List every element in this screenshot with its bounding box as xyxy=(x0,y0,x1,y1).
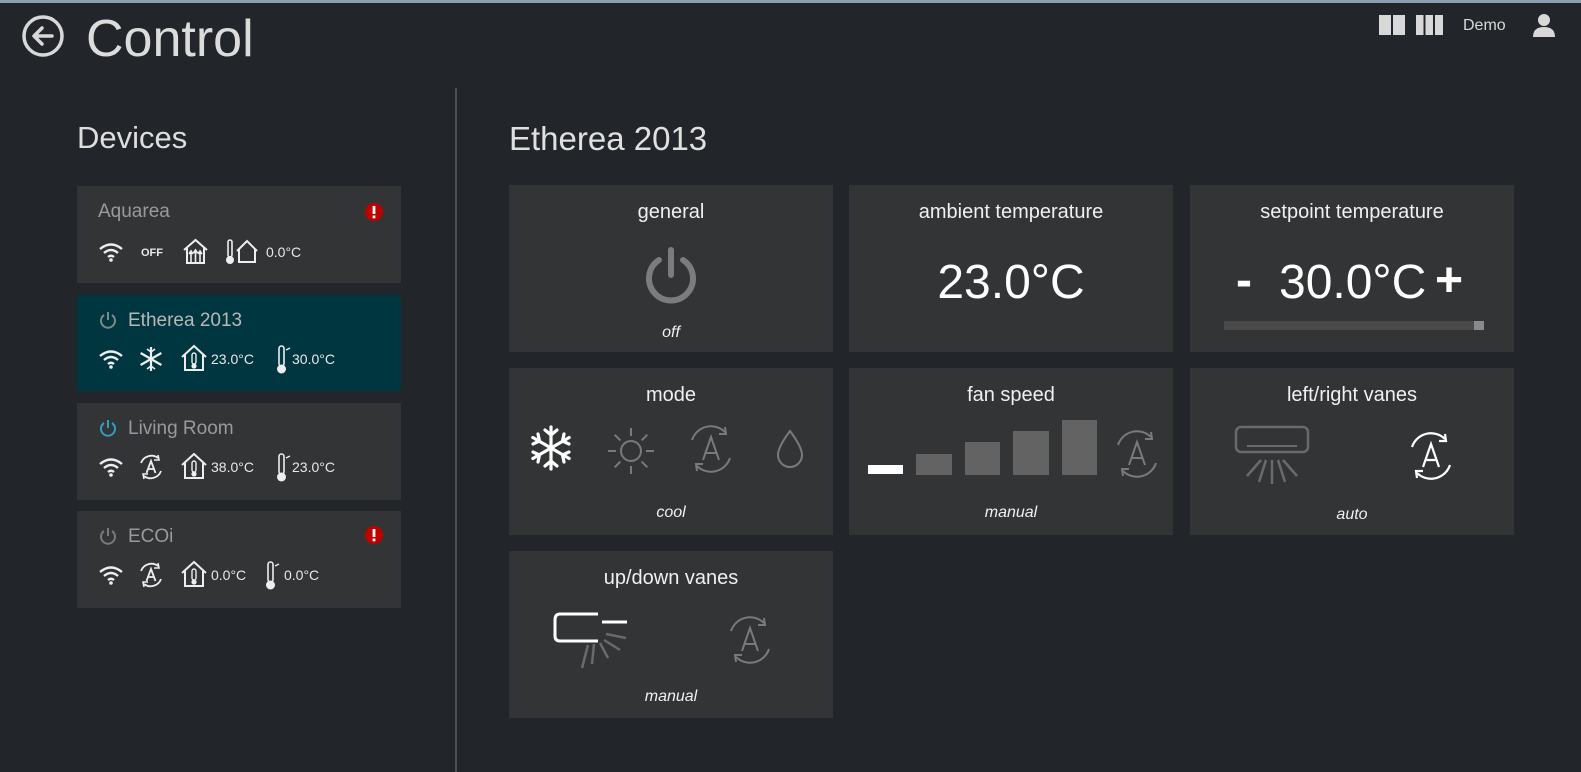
tile-title: fan speed xyxy=(967,384,1055,406)
setpoint-value: 23.0°C xyxy=(292,459,335,475)
tile-fan-speed: fan speed manual xyxy=(849,368,1173,535)
device-name: Living Room xyxy=(128,418,234,439)
two-column-layout-icon[interactable] xyxy=(1379,15,1405,35)
fan-speed-level-4[interactable] xyxy=(1013,431,1049,475)
selected-device-title: Etherea 2013 xyxy=(509,120,708,157)
setpoint-value: 0.0°C xyxy=(284,567,320,583)
cool-mode-icon[interactable] xyxy=(528,425,574,471)
ambient-value: 38.0°C xyxy=(211,459,254,475)
house-temperature-icon xyxy=(181,452,207,479)
auto-mode-icon[interactable] xyxy=(687,424,735,474)
power-icon xyxy=(100,528,116,545)
device-card-ecoi[interactable]: ECOi 0.0°C 0.0°C xyxy=(77,511,401,608)
ambient-temperature-value: 23.0°C xyxy=(937,256,1085,309)
thermometer-icon xyxy=(277,345,291,374)
fan-speed-level-3[interactable] xyxy=(965,442,1000,475)
three-column-layout-icon[interactable] xyxy=(1416,15,1443,35)
device-name: Aquarea xyxy=(98,201,170,222)
auto-mode-icon xyxy=(140,454,162,480)
panel-divider xyxy=(455,88,457,772)
tile-mode: mode cool xyxy=(509,368,833,535)
outdoor-temperature-icon xyxy=(226,239,258,264)
wifi-icon xyxy=(99,458,123,477)
ambient-value: 0.0°C xyxy=(211,567,247,583)
fan-speed-level-5[interactable] xyxy=(1062,420,1097,475)
power-status-text: OFF xyxy=(141,247,163,259)
alert-icon xyxy=(365,526,383,544)
thermometer-icon xyxy=(266,561,280,590)
device-card-living-room[interactable]: Living Room 38.0°C 23.0°C xyxy=(77,403,401,500)
thermometer-icon xyxy=(277,453,291,482)
power-icon xyxy=(100,420,116,437)
setpoint-temperature-value: 30.0°C xyxy=(1279,256,1427,309)
devices-title: Devices xyxy=(77,120,188,155)
left-right-vane-auto-icon[interactable] xyxy=(1407,431,1455,481)
power-icon xyxy=(100,312,116,329)
up-down-vane-manual-icon[interactable] xyxy=(552,608,632,672)
user-icon[interactable] xyxy=(1532,13,1556,37)
device-card-etherea-2013[interactable]: Etherea 2013 23.0°C 30.0°C xyxy=(77,295,401,391)
up-down-vanes-state: manual xyxy=(644,688,698,705)
house-temperature-icon xyxy=(181,344,207,371)
tile-title: ambient temperature xyxy=(918,201,1104,223)
setpoint-value: 0.0°C xyxy=(266,244,302,260)
device-name: Etherea 2013 xyxy=(128,310,243,331)
tile-setpoint-temperature: setpoint temperature - 30.0°C + xyxy=(1190,185,1514,352)
ambient-value: 23.0°C xyxy=(211,351,254,367)
left-right-vane-manual-icon[interactable] xyxy=(1233,424,1311,486)
snowflake-icon xyxy=(140,347,162,371)
power-state: off xyxy=(662,324,680,341)
tile-left-right-vanes: left/right vanes auto xyxy=(1190,368,1514,535)
user-name[interactable]: Demo xyxy=(1463,17,1506,35)
tile-title: up/down vanes xyxy=(603,567,739,589)
left-right-vanes-state: auto xyxy=(1336,506,1368,523)
tile-title: left/right vanes xyxy=(1286,384,1418,406)
header: Control Demo xyxy=(0,3,1581,78)
mode-state: cool xyxy=(656,504,686,521)
tile-up-down-vanes: up/down vanes manual xyxy=(509,551,833,718)
tile-ambient-temperature: ambient temperature 23.0°C xyxy=(849,185,1173,352)
setpoint-slider[interactable] xyxy=(1224,321,1484,330)
decrease-setpoint-button[interactable]: - xyxy=(1236,253,1252,308)
fan-speed-level-2[interactable] xyxy=(916,454,952,475)
heat-mode-icon[interactable] xyxy=(606,426,656,476)
dry-mode-icon[interactable] xyxy=(773,428,807,470)
fan-speed-state: manual xyxy=(984,504,1038,521)
wifi-icon xyxy=(99,566,123,585)
tile-title: mode xyxy=(645,384,697,406)
power-button-icon[interactable] xyxy=(642,247,700,305)
wifi-icon xyxy=(99,350,123,369)
fan-auto-icon[interactable] xyxy=(1113,429,1161,479)
device-card-aquarea[interactable]: Aquarea OFF 0.0°C xyxy=(77,186,401,283)
tile-general: general off xyxy=(509,185,833,352)
fan-speed-level-1[interactable] xyxy=(868,465,903,474)
back-icon[interactable] xyxy=(20,13,66,59)
auto-mode-icon xyxy=(140,562,162,588)
tile-title: setpoint temperature xyxy=(1260,201,1444,223)
house-heating-icon xyxy=(183,238,208,264)
tile-title: general xyxy=(637,201,705,223)
setpoint-value: 30.0°C xyxy=(292,351,335,367)
up-down-vane-auto-icon[interactable] xyxy=(726,615,774,665)
device-name: ECOi xyxy=(128,526,174,547)
wifi-icon xyxy=(99,243,123,262)
alert-icon xyxy=(365,203,383,221)
increase-setpoint-button[interactable]: + xyxy=(1435,253,1463,308)
setpoint-slider-handle[interactable] xyxy=(1474,321,1484,330)
page-title: Control xyxy=(86,10,254,68)
house-temperature-icon xyxy=(181,560,207,587)
